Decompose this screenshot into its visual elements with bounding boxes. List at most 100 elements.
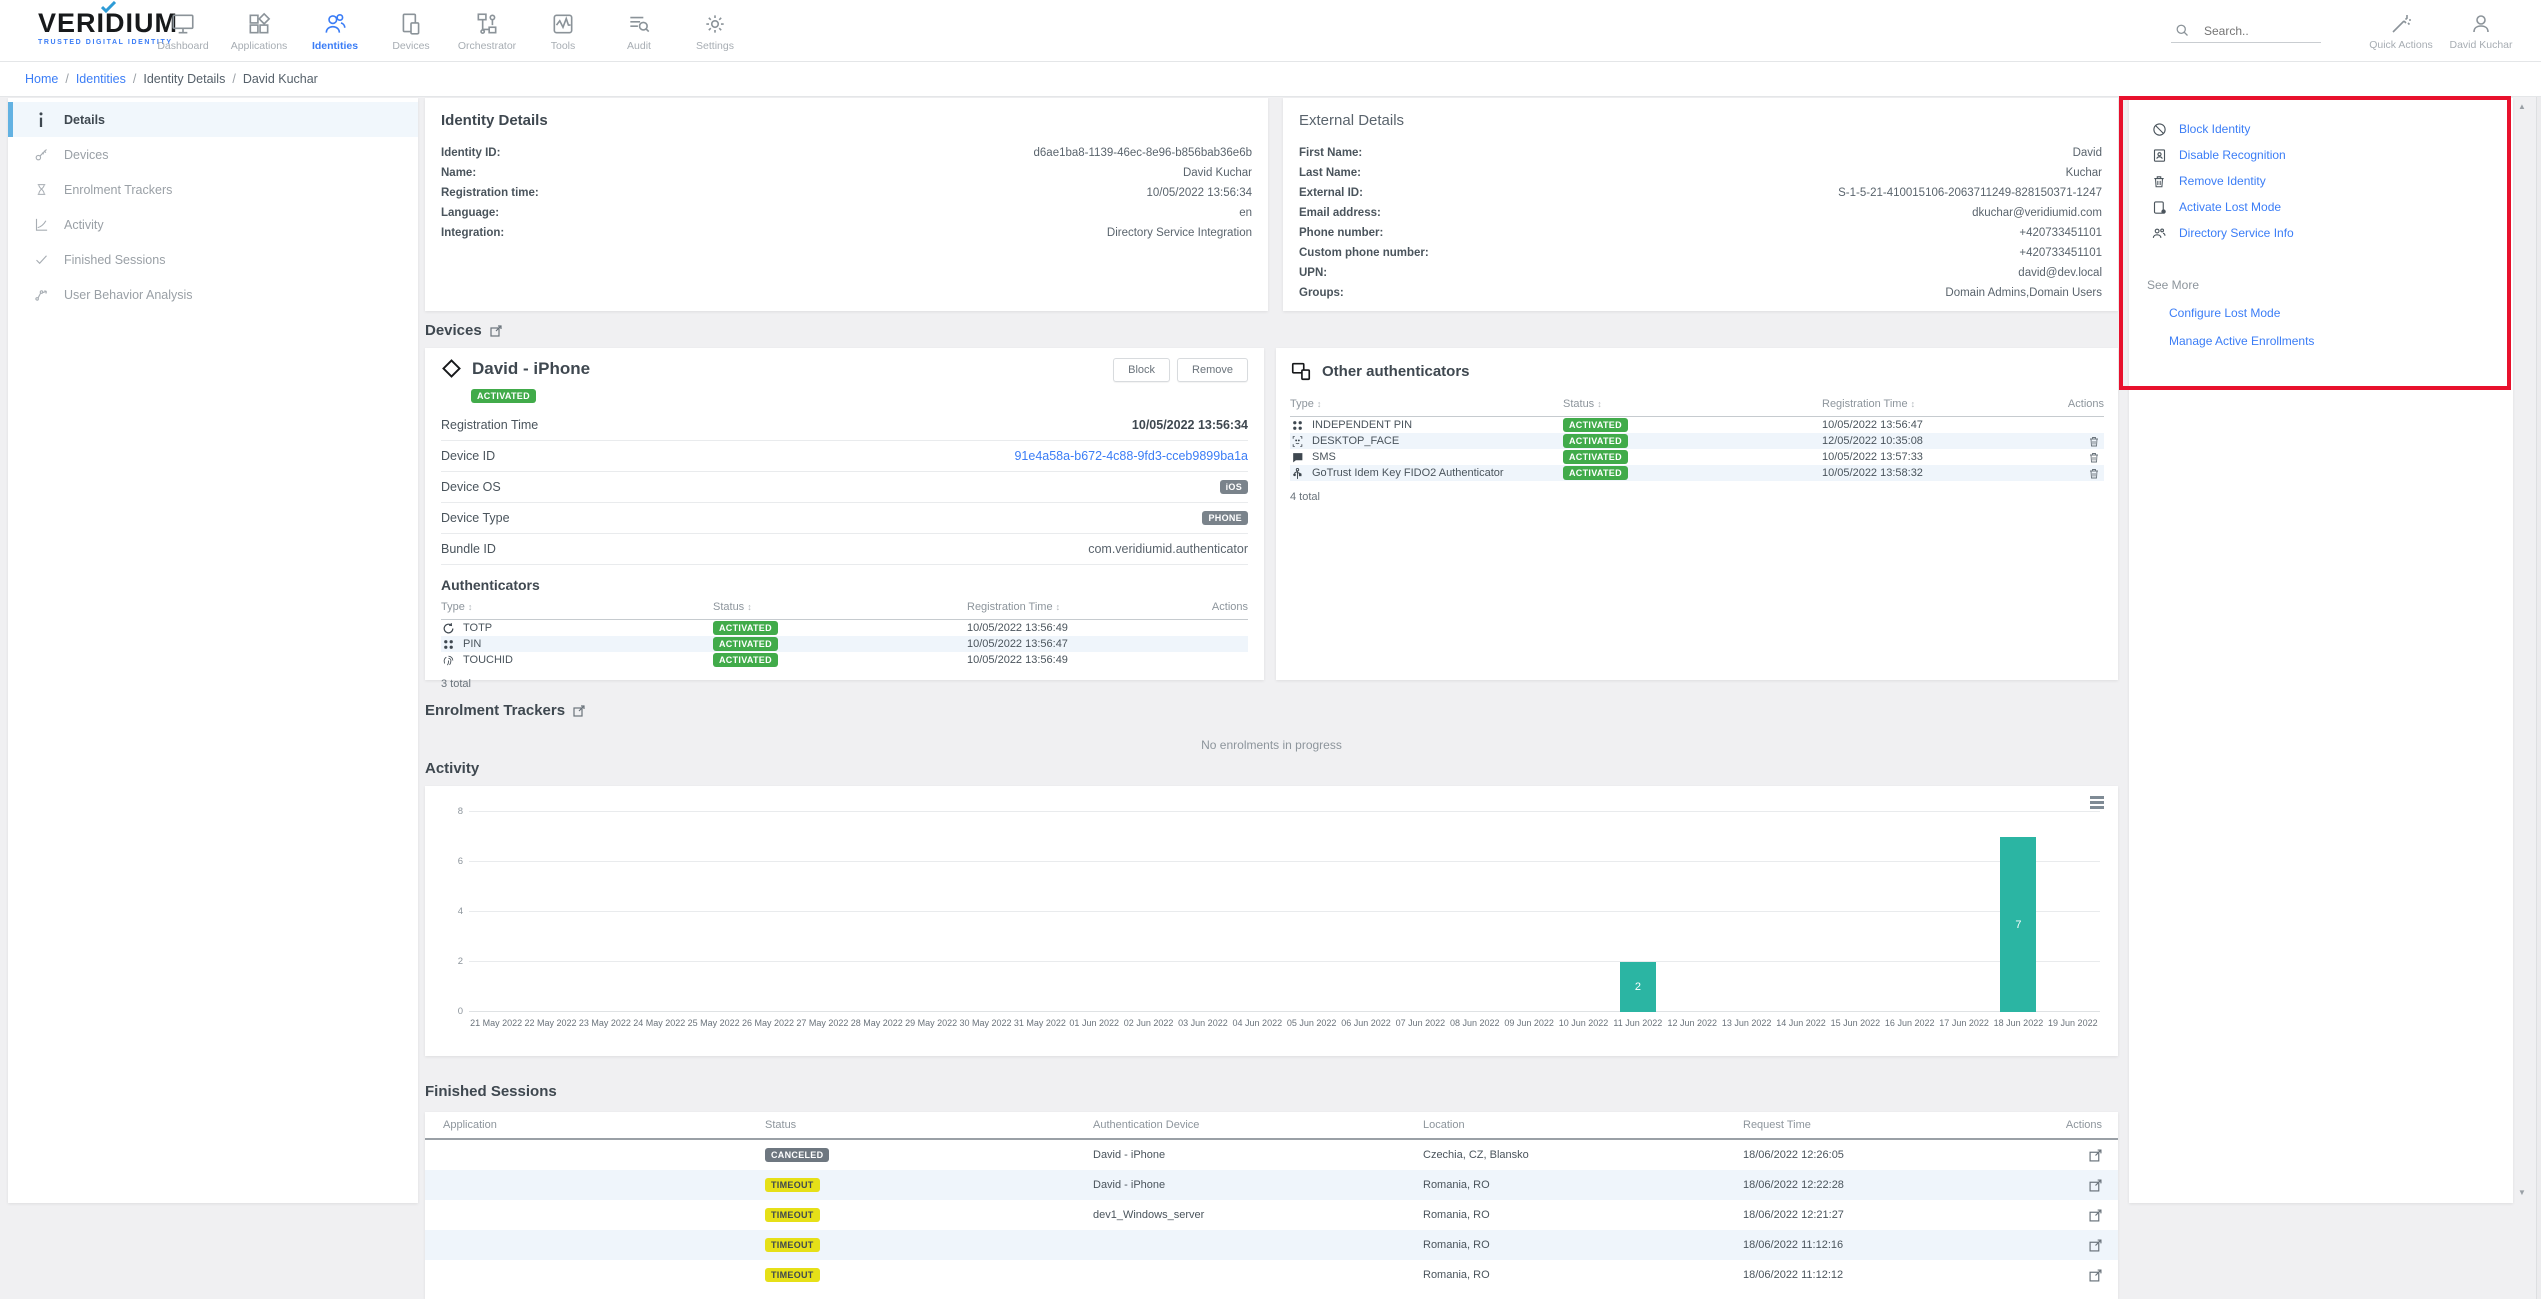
device-row-bundle-id: Bundle IDcom.veridiumid.authenticator: [441, 534, 1248, 565]
remove-device-button[interactable]: Remove: [1177, 358, 1248, 382]
table-row: GoTrust Idem Key FIDO2 Authenticator ACT…: [1290, 465, 2104, 481]
status-badge: CANCELED: [765, 1148, 829, 1162]
col-reg-time[interactable]: Registration Time↕: [967, 601, 1198, 613]
device-os-badge: iOS: [1220, 480, 1248, 494]
sidebar-item-details[interactable]: Details: [8, 102, 418, 137]
nav-item-identities[interactable]: Identities: [297, 0, 373, 62]
device-id-link[interactable]: 91e4a58a-b672-4c88-9fd3-cceb9899ba1a: [1014, 449, 1248, 463]
chart-bar[interactable]: 2: [1620, 962, 1656, 1012]
other-authenticators-table: Type↕ Status↕ Registration Time↕ Actions…: [1290, 398, 2104, 481]
delete-authenticator-button[interactable]: [2064, 435, 2104, 448]
field-name: Name:David Kuchar: [441, 163, 1252, 183]
chart-xtick: 02 Jun 2022: [1124, 1018, 1174, 1028]
chart-xtick: 08 Jun 2022: [1450, 1018, 1500, 1028]
chart-xtick: 23 May 2022: [579, 1018, 631, 1028]
table-row: PIN ACTIVATED 10/05/2022 13:56:47: [441, 636, 1248, 652]
disable-recognition-action[interactable]: Disable Recognition: [2129, 142, 2513, 168]
nav-item-devices[interactable]: Devices: [373, 0, 449, 62]
col-actions: Actions: [1198, 601, 1248, 613]
quick-actions-button[interactable]: Quick Actions: [2361, 12, 2441, 51]
chart-xtick: 04 Jun 2022: [1233, 1018, 1283, 1028]
field-last-name: Last Name:Kuchar: [1299, 163, 2102, 183]
delete-authenticator-button[interactable]: [2064, 467, 2104, 480]
applications-icon: [246, 11, 272, 37]
main-nav: Dashboard Applications Identities Device…: [145, 0, 753, 62]
breadcrumb-identity-details: Identity Details: [143, 72, 225, 86]
col-type[interactable]: Type↕: [441, 601, 713, 613]
dashboard-icon: [170, 11, 196, 37]
configure-lost-mode-link[interactable]: Configure Lost Mode: [2169, 306, 2513, 320]
nav-item-settings[interactable]: Settings: [677, 0, 753, 62]
chart-gridline: [469, 861, 2100, 862]
manage-active-enrollments-link[interactable]: Manage Active Enrollments: [2169, 334, 2513, 348]
authenticators-total: 3 total: [441, 678, 1248, 690]
sidebar-item-enrolment-trackers[interactable]: Enrolment Trackers: [8, 172, 418, 207]
devices-section-header: Devices: [425, 322, 502, 339]
breadcrumb-home[interactable]: Home: [25, 72, 58, 86]
col-type[interactable]: Type↕: [1290, 398, 1563, 410]
breadcrumb-identities[interactable]: Identities: [76, 72, 126, 86]
open-session-icon[interactable]: [2058, 1239, 2118, 1252]
identity-actions-panel: Block Identity Disable Recognition Remov…: [2129, 98, 2513, 1203]
nav-item-audit[interactable]: Audit: [601, 0, 677, 62]
open-session-icon[interactable]: [2058, 1179, 2118, 1192]
chart-xtick: 07 Jun 2022: [1396, 1018, 1446, 1028]
col-status[interactable]: Status↕: [713, 601, 967, 613]
activate-lost-mode-action[interactable]: Activate Lost Mode: [2129, 194, 2513, 220]
block-device-button[interactable]: Block: [1113, 358, 1170, 382]
directory-service-info-action[interactable]: Directory Service Info: [2129, 220, 2513, 246]
nav-item-dashboard[interactable]: Dashboard: [145, 0, 221, 62]
open-enrolment-icon[interactable]: [573, 705, 585, 717]
delete-authenticator-button[interactable]: [2064, 451, 2104, 464]
open-session-icon[interactable]: [2058, 1269, 2118, 1282]
block-identity-action[interactable]: Block Identity: [2129, 116, 2513, 142]
chart-menu-icon[interactable]: [2090, 796, 2104, 809]
table-row: TIMEOUT David - iPhone Romania, RO 18/06…: [425, 1170, 2118, 1200]
identity-details-panel: Identity Details Identity ID:d6ae1ba8-11…: [425, 98, 1268, 311]
breadcrumb: Home / Identities / Identity Details / D…: [0, 62, 2541, 97]
identities-icon: [322, 11, 348, 37]
chart-xtick: 14 Jun 2022: [1776, 1018, 1826, 1028]
finished-sessions-table: Application Status Authentication Device…: [425, 1112, 2118, 1299]
field-email: Email address:dkuchar@veridiumid.com: [1299, 203, 2102, 223]
global-search[interactable]: [2171, 19, 2321, 43]
external-details-panel: External Details First Name:David Last N…: [1283, 98, 2118, 311]
chart-bar[interactable]: 7: [2000, 837, 2036, 1012]
sidebar-item-activity[interactable]: Activity: [8, 207, 418, 242]
table-row: TIMEOUT dev1_Windows_server Romania, RO …: [425, 1200, 2118, 1230]
device-name: David - iPhone: [472, 359, 590, 379]
scroll-down-icon[interactable]: ▼: [2518, 1188, 2526, 1197]
chart-gridline: [469, 811, 2100, 812]
scrollbar-rail[interactable]: [2536, 0, 2541, 1299]
status-badge: TIMEOUT: [765, 1238, 820, 1252]
open-session-icon[interactable]: [2058, 1209, 2118, 1222]
user-menu[interactable]: David Kuchar: [2441, 12, 2521, 51]
activity-header: Activity: [425, 760, 479, 777]
device-row-device-os: Device OSiOS: [441, 472, 1248, 503]
search-input[interactable]: [2204, 24, 2304, 38]
device-row-device-type: Device TypePHONE: [441, 503, 1248, 534]
col-reg-time[interactable]: Registration Time↕: [1822, 398, 2064, 410]
touchid-icon: [441, 654, 455, 667]
enrolment-trackers-header: Enrolment Trackers: [425, 702, 585, 719]
sidebar-item-devices[interactable]: Devices: [8, 137, 418, 172]
open-session-icon[interactable]: [2058, 1149, 2118, 1162]
other-devices-icon: [1290, 360, 1312, 382]
usb-key-icon: [1290, 467, 1304, 480]
chart-gridline: [469, 1011, 2100, 1012]
sidebar-item-finished-sessions[interactable]: Finished Sessions: [8, 242, 418, 277]
nav-item-orchestrator[interactable]: Orchestrator: [449, 0, 525, 62]
totp-icon: [441, 622, 455, 635]
sidebar-item-user-behavior-analysis[interactable]: User Behavior Analysis: [8, 277, 418, 312]
chart-xtick: 10 Jun 2022: [1559, 1018, 1609, 1028]
pin-icon: [441, 638, 455, 651]
topbar-right: Quick Actions David Kuchar: [2171, 0, 2521, 62]
scroll-up-icon[interactable]: ▲: [2518, 102, 2526, 111]
remove-identity-action[interactable]: Remove Identity: [2129, 168, 2513, 194]
open-devices-icon[interactable]: [490, 325, 502, 337]
nav-item-applications[interactable]: Applications: [221, 0, 297, 62]
chart-xtick: 05 Jun 2022: [1287, 1018, 1337, 1028]
status-badge: TIMEOUT: [765, 1178, 820, 1192]
col-status[interactable]: Status↕: [1563, 398, 1822, 410]
nav-item-tools[interactable]: Tools: [525, 0, 601, 62]
